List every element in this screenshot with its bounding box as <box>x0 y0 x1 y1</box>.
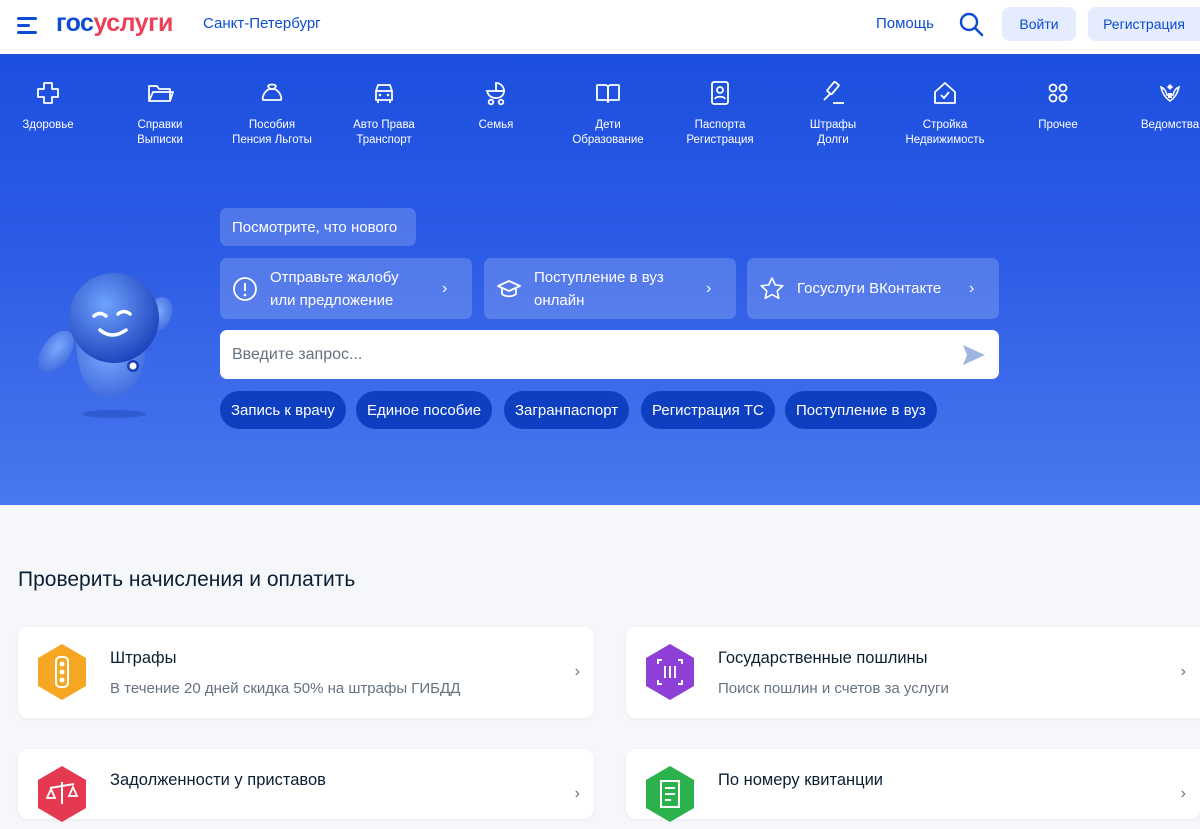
chevron-right-icon: › <box>442 280 448 297</box>
login-button[interactable]: Войти <box>1002 7 1076 41</box>
promo-complaint[interactable]: Отправьте жалобу или предложение › <box>220 258 472 319</box>
book-icon <box>593 78 623 108</box>
quick-link-doctor[interactable]: Запись к врачу <box>220 391 346 429</box>
card-fines[interactable]: Штрафы В течение 20 дней скидка 50% на ш… <box>18 627 594 718</box>
card-duties[interactable]: Государственные пошлины Поиск пошлин и с… <box>626 627 1200 718</box>
category-health[interactable]: Здоровье <box>0 78 103 133</box>
chevron-right-icon: › <box>1180 663 1186 680</box>
whats-new-chip[interactable]: Посмотрите, что нового <box>220 208 416 246</box>
chevron-right-icon: › <box>969 280 975 297</box>
promo-university[interactable]: Поступление в вуз онлайн › <box>484 258 736 319</box>
category-fines[interactable]: Штрафы Долги <box>778 78 888 148</box>
search-bar <box>220 330 999 379</box>
category-other[interactable]: Прочее <box>1003 78 1113 133</box>
gavel-icon <box>818 78 848 108</box>
scales-icon <box>32 764 92 824</box>
help-link[interactable]: Помощь <box>876 15 934 32</box>
exclamation-circle-icon <box>232 276 258 302</box>
money-bag-icon <box>257 78 287 108</box>
send-arrow-icon[interactable] <box>961 343 987 367</box>
barcode-scan-icon <box>640 642 700 702</box>
category-benefits[interactable]: Пособия Пенсия Льготы <box>217 78 327 148</box>
register-button[interactable]: Регистрация <box>1088 7 1200 41</box>
coat-of-arms-icon <box>1155 78 1185 108</box>
quick-link-vehicle[interactable]: Регистрация ТС <box>641 391 775 429</box>
card-bailiffs[interactable]: Задолженности у приставов › <box>18 749 594 822</box>
chevron-right-icon: › <box>574 663 580 680</box>
category-family[interactable]: Семья <box>441 78 551 133</box>
category-nav: Здоровье Справки Выписки Пособия Пенсия … <box>0 54 1200 164</box>
promo-vkontakte[interactable]: Госуслуги ВКонтакте › <box>747 258 999 319</box>
chevron-right-icon: › <box>1180 785 1186 802</box>
quick-link-university[interactable]: Поступление в вуз <box>785 391 937 429</box>
passport-icon <box>705 78 735 108</box>
top-header: госуслуги Санкт-Петербург Помощь Войти Р… <box>0 0 1200 54</box>
category-passports[interactable]: Паспорта Регистрация <box>665 78 775 148</box>
category-certificates[interactable]: Справки Выписки <box>105 78 215 148</box>
grid-dots-icon <box>1043 78 1073 108</box>
folder-icon <box>145 78 175 108</box>
chevron-right-icon: › <box>706 280 712 297</box>
medical-cross-icon <box>33 78 63 108</box>
menu-burger-icon[interactable] <box>17 15 41 35</box>
car-icon <box>369 78 399 108</box>
card-receipt[interactable]: По номеру квитанции › <box>626 749 1200 822</box>
chevron-right-icon: › <box>574 785 580 802</box>
category-auto[interactable]: Авто Права Транспорт <box>329 78 439 148</box>
category-children[interactable]: Дети Образование <box>553 78 663 148</box>
baby-stroller-icon <box>481 78 511 108</box>
hero-section: Здоровье Справки Выписки Пособия Пенсия … <box>0 54 1200 505</box>
main-content: Проверить начисления и оплатить Штрафы В… <box>0 505 1200 822</box>
traffic-light-icon <box>32 642 92 702</box>
graduation-cap-icon <box>496 276 522 302</box>
quick-link-allowance[interactable]: Единое пособие <box>356 391 493 429</box>
quick-link-passport[interactable]: Загранпаспорт <box>504 391 630 429</box>
section-title: Проверить начисления и оплатить <box>18 568 356 591</box>
house-check-icon <box>930 78 960 108</box>
category-agencies[interactable]: Ведомства <box>1115 78 1200 133</box>
robot-mascot <box>36 268 181 428</box>
gosuslugi-logo[interactable]: госуслуги <box>56 9 173 38</box>
search-icon[interactable] <box>958 11 984 37</box>
receipt-icon <box>640 764 700 824</box>
search-input[interactable] <box>232 345 932 364</box>
city-selector[interactable]: Санкт-Петербург <box>203 15 321 32</box>
category-construction[interactable]: Стройка Недвижимость <box>890 78 1000 148</box>
star-icon <box>759 276 785 302</box>
